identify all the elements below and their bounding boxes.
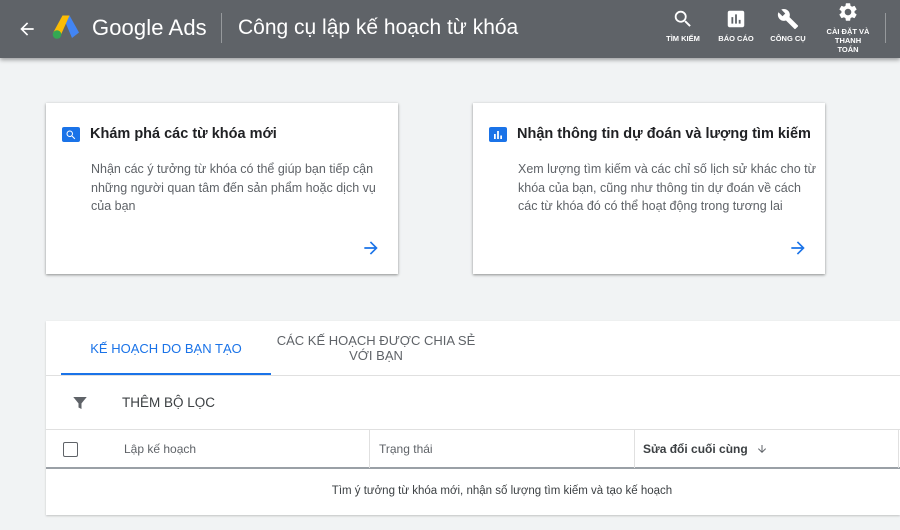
arrow-left-icon xyxy=(20,22,34,36)
column-header-plan[interactable]: Lập kế hoạch xyxy=(124,430,369,468)
settings-label-line3: TOÁN xyxy=(837,45,859,54)
forecast-volume-card[interactable]: Nhận thông tin dự đoán và lượng tìm kiếm… xyxy=(473,103,825,274)
top-app-bar: Google Ads Công cụ lập kế hoạch từ khóa … xyxy=(0,0,900,58)
brand-name: Google Ads xyxy=(92,15,207,40)
tab-shared-plans[interactable]: CÁC KẾ HOẠCH ĐƯỢC CHIA SẺ VỚI BẠN xyxy=(271,321,481,375)
select-all-cell xyxy=(63,430,83,468)
search-icon xyxy=(62,127,80,142)
column-header-last-modified-label: Sửa đổi cuối cùng xyxy=(643,442,748,456)
page-title: Công cụ lập kế hoạch từ khóa xyxy=(238,16,519,39)
card-description: Xem lượng tìm kiếm và các chỉ số lịch sử… xyxy=(518,162,816,214)
settings-billing-button[interactable]: CÀI ĐẶT VÀ THANH TOÁN xyxy=(818,1,878,54)
search-button[interactable]: TÌM KIẾM xyxy=(660,8,706,43)
settings-label-line2: THANH xyxy=(834,36,862,45)
table-header: Lập kế hoạch Trạng thái Sửa đổi cuối cùn… xyxy=(46,429,900,469)
reports-label: BÁO CÁO xyxy=(718,34,754,43)
filter-bar: THÊM BỘ LỌC xyxy=(46,376,900,429)
arrow-right-icon[interactable] xyxy=(361,238,381,258)
back-button[interactable] xyxy=(14,16,40,42)
arrow-right-icon[interactable] xyxy=(788,238,808,258)
card-title: Nhận thông tin dự đoán và lượng tìm kiếm xyxy=(517,126,811,142)
tools-label: CÔNG CỤ xyxy=(770,34,806,43)
arrow-down-icon xyxy=(757,445,766,453)
tools-button[interactable]: CÔNG CỤ xyxy=(766,8,810,43)
search-label: TÌM KIẾM xyxy=(666,34,700,43)
tab-my-plans[interactable]: KẾ HOẠCH DO BẠN TẠO xyxy=(61,321,271,375)
bar-chart-icon xyxy=(489,127,507,142)
settings-label-line1: CÀI ĐẶT VÀ xyxy=(826,27,870,36)
filter-icon[interactable] xyxy=(71,394,89,412)
bar-chart-icon xyxy=(727,10,745,28)
discover-keywords-card[interactable]: Khám phá các từ khóa mới Nhận các ý tưởn… xyxy=(46,103,398,274)
google-ads-logo[interactable] xyxy=(50,11,82,43)
gear-icon xyxy=(839,3,857,21)
add-filter-button[interactable]: THÊM BỘ LỌC xyxy=(122,395,215,410)
card-description: Nhận các ý tưởng từ khóa có thể giúp bạn… xyxy=(91,162,376,214)
select-all-checkbox[interactable] xyxy=(63,441,78,457)
column-header-status[interactable]: Trạng thái xyxy=(369,430,634,468)
card-title: Khám phá các từ khóa mới xyxy=(90,126,277,142)
plans-panel: KẾ HOẠCH DO BẠN TẠO CÁC KẾ HOẠCH ĐƯỢC CH… xyxy=(46,321,900,515)
reports-button[interactable]: BÁO CÁO xyxy=(714,8,758,43)
empty-state-message: Tìm ý tưởng từ khóa mới, nhận số lượng t… xyxy=(331,485,673,497)
column-header-last-modified[interactable]: Sửa đổi cuối cùng xyxy=(634,430,899,468)
wrench-icon xyxy=(777,9,799,30)
search-icon xyxy=(674,10,691,27)
header-divider-right xyxy=(885,13,886,43)
header-divider xyxy=(221,13,222,43)
